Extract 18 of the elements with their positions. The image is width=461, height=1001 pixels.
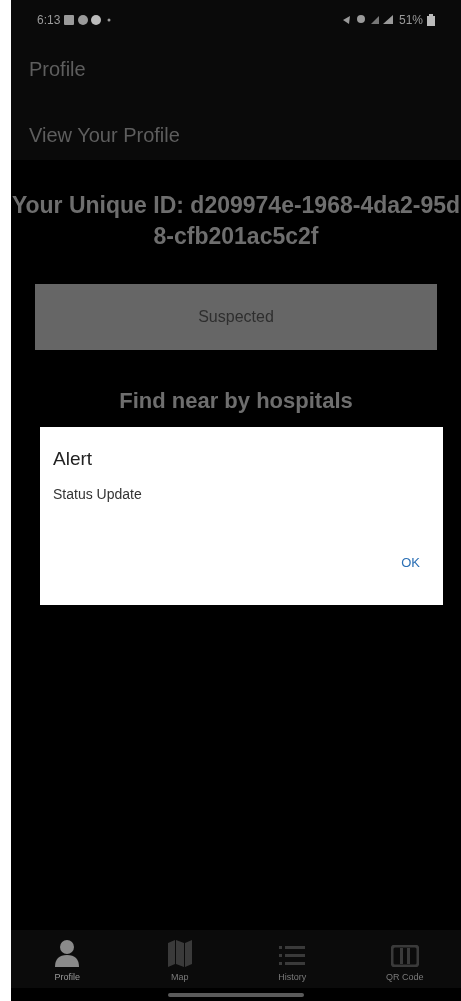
dialog-title: Alert <box>53 447 94 471</box>
nav-tab[interactable]: History <box>236 930 349 988</box>
ok-button[interactable]: OK <box>391 546 430 578</box>
nav-tab[interactable]: QR Code <box>348 930 461 988</box>
status-time: 6:13 <box>37 12 61 29</box>
header-subtitle: View Your Profile <box>29 123 181 148</box>
nav-tab[interactable]: Map <box>123 930 236 988</box>
battery-icon <box>427 14 435 26</box>
unique-id-text: Your Unique ID: d209974e-1968-4da2-95d8-cfb201ac5c2f <box>11 191 461 251</box>
card-icon <box>390 944 419 967</box>
section-heading: Find near by hospitals <box>118 387 354 415</box>
header-title: Profile <box>29 57 87 82</box>
battery-percent: 51% <box>398 12 423 29</box>
person-icon <box>54 938 81 967</box>
nav-tab[interactable]: Profile <box>11 930 124 988</box>
dialog-message: Status Update <box>53 484 143 504</box>
map-icon <box>166 938 193 967</box>
list-icon <box>279 944 306 967</box>
